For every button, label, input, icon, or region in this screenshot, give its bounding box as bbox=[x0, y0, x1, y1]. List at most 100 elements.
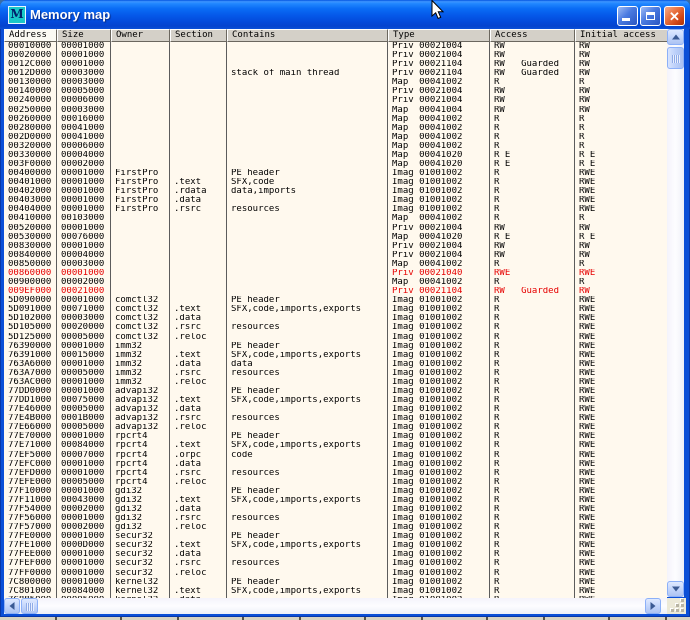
table-row[interactable]: 77F5600000001000gdi32.rsrcresourcesImag … bbox=[4, 514, 667, 523]
table-row[interactable]: 77F1100000043000gdi32.textSFX,code,impor… bbox=[4, 496, 667, 505]
cell-access: R bbox=[490, 451, 575, 460]
table-row[interactable]: 77EFD00000001000rpcrt4.rsrcresourcesImag… bbox=[4, 469, 667, 478]
table-row[interactable]: 77FEE00000001000secur32.dataImag 0100100… bbox=[4, 550, 667, 559]
cell-type: Imag 01001002 bbox=[388, 441, 490, 450]
table-row[interactable]: 0084000000004000Priv 00021004RWRW bbox=[4, 251, 667, 260]
table-row[interactable]: 763A700000005000imm32.rsrcresourcesImag … bbox=[4, 369, 667, 378]
scroll-left-button[interactable] bbox=[4, 598, 20, 614]
scroll-right-button[interactable] bbox=[645, 598, 661, 614]
table-row[interactable]: 763AC00000001000imm32.relocImag 01001002… bbox=[4, 378, 667, 387]
table-row[interactable]: 77F5700000002000gdi32.relocImag 01001002… bbox=[4, 523, 667, 532]
table-row[interactable]: 003F000000002000Map 00041020R ER E bbox=[4, 160, 667, 169]
table-row[interactable]: 77DD100000075000advapi32.textSFX,code,im… bbox=[4, 396, 667, 405]
table-row[interactable]: 0040300000001000FirstPro.dataImag 010010… bbox=[4, 196, 667, 205]
cell-type: Imag 01001002 bbox=[388, 478, 490, 487]
table-row[interactable]: 0053000000076000Map 00041020R ER E bbox=[4, 233, 667, 242]
table-row[interactable]: 77FEF00000001000secur32.rsrcresourcesIma… bbox=[4, 559, 667, 568]
table-row[interactable]: 77F1000000001000gdi32PE headerImag 01001… bbox=[4, 487, 667, 496]
table-row[interactable]: 0014000000005000Priv 00021004RWRW bbox=[4, 87, 667, 96]
table-row[interactable]: 0026000000016000Map 00041002RR bbox=[4, 115, 667, 124]
table-row[interactable]: 77FF000000001000secur32.relocImag 010010… bbox=[4, 569, 667, 578]
table-row[interactable]: 77E6600000005000advapi32.relocImag 01001… bbox=[4, 423, 667, 432]
horizontal-scroll-thumb[interactable] bbox=[21, 598, 38, 614]
table-row[interactable]: 7C80100000084000kernel32.textSFX,code,im… bbox=[4, 587, 667, 596]
minimize-icon bbox=[622, 18, 630, 21]
table-row[interactable]: 7639100000015000imm32.textSFX,code,impor… bbox=[4, 351, 667, 360]
cell-section bbox=[170, 169, 227, 178]
table-row[interactable]: 0032000000006000Map 00041002RR bbox=[4, 142, 667, 151]
column-header-size[interactable]: Size bbox=[57, 29, 111, 42]
scroll-down-button[interactable] bbox=[667, 581, 684, 597]
table-row[interactable]: 77EF500000007000rpcrt4.orpccodeImag 0100… bbox=[4, 451, 667, 460]
table-row[interactable]: 0040200000001000FirstPro.rdatadata,impor… bbox=[4, 187, 667, 196]
table-row[interactable]: 77E7000000001000rpcrt4PE headerImag 0100… bbox=[4, 432, 667, 441]
cell-type: Imag 01001002 bbox=[388, 469, 490, 478]
cell-type: Imag 01001002 bbox=[388, 205, 490, 214]
table-row[interactable]: 77FE000000001000secur32PE headerImag 010… bbox=[4, 532, 667, 541]
table-row[interactable]: 77FE10000000D000secur32.textSFX,code,imp… bbox=[4, 541, 667, 550]
table-row[interactable]: 002D000000041000Map 00041002RR bbox=[4, 133, 667, 142]
scroll-up-button[interactable] bbox=[667, 29, 684, 45]
table-row[interactable]: 0002000000001000Priv 00021004RWRW bbox=[4, 51, 667, 60]
table-row[interactable]: 0083000000001000Priv 00021004RWRW bbox=[4, 242, 667, 251]
table-row[interactable]: 0001000000001000Priv 00021004RWRW bbox=[4, 42, 667, 51]
vertical-scrollbar[interactable] bbox=[667, 29, 684, 597]
table-row[interactable]: 77DD000000001000advapi32PE headerImag 01… bbox=[4, 387, 667, 396]
cell-owner: kernel32 bbox=[111, 587, 170, 596]
column-header-owner[interactable]: Owner bbox=[111, 29, 170, 42]
column-header-initial-access[interactable]: Initial access bbox=[575, 29, 667, 42]
table-row[interactable]: 0025000000003000Map 00041004RWRW bbox=[4, 106, 667, 115]
cell-size: 00004000 bbox=[57, 251, 111, 260]
cell-contains bbox=[227, 233, 388, 242]
resize-grip[interactable] bbox=[667, 598, 686, 614]
column-header-type[interactable]: Type bbox=[388, 29, 490, 42]
titlebar[interactable]: M Memory map ✕ bbox=[0, 0, 690, 29]
table-row[interactable]: 0028000000041000Map 00041002RR bbox=[4, 124, 667, 133]
table-row[interactable]: 77E4B0000001B000advapi32.rsrcresourcesIm… bbox=[4, 414, 667, 423]
table-row[interactable]: 0086000000001000Priv 00021040RWERWE bbox=[4, 269, 667, 278]
table-row[interactable]: 0013000000003000Map 00041002RR bbox=[4, 78, 667, 87]
column-header-contains[interactable]: Contains bbox=[227, 29, 388, 42]
table-row[interactable]: 0040000000001000FirstProPE headerImag 01… bbox=[4, 169, 667, 178]
table-row[interactable]: 0040100000001000FirstPro.textSFX,codeIma… bbox=[4, 178, 667, 187]
table-row[interactable]: 7639000000001000imm32PE headerImag 01001… bbox=[4, 342, 667, 351]
cell-initial-access: RWE bbox=[575, 451, 667, 460]
table-row[interactable]: 0041000000103000Map 00041002RR bbox=[4, 214, 667, 223]
table-row[interactable]: 0012D00000003000stack of main threadPriv… bbox=[4, 69, 667, 78]
cell-access: RW bbox=[490, 251, 575, 260]
cell-address: 00280000 bbox=[4, 124, 57, 133]
table-row[interactable]: 5D09100000071000comctl32.textSFX,code,im… bbox=[4, 305, 667, 314]
cell-owner bbox=[111, 160, 170, 169]
column-header-access[interactable]: Access bbox=[490, 29, 575, 42]
horizontal-scrollbar[interactable] bbox=[4, 598, 667, 614]
table-row[interactable]: 0012C00000001000Priv 00021104RW GuardedR… bbox=[4, 60, 667, 69]
table-row[interactable]: 5D12500000005000comctl32.relocImag 01001… bbox=[4, 333, 667, 342]
vertical-scroll-thumb[interactable] bbox=[667, 47, 684, 69]
table-row[interactable]: 7C80000000001000kernel32PE headerImag 01… bbox=[4, 578, 667, 587]
column-header-address[interactable]: Address bbox=[4, 29, 57, 42]
table-row[interactable]: 5D10200000003000comctl32.dataImag 010010… bbox=[4, 314, 667, 323]
table-row[interactable]: 0033000000004000Map 00041020R ER E bbox=[4, 151, 667, 160]
table-row[interactable]: 5D10500000020000comctl32.rsrcresourcesIm… bbox=[4, 323, 667, 332]
table-row[interactable]: 77EFC00000001000rpcrt4.dataImag 01001002… bbox=[4, 460, 667, 469]
table-row[interactable]: 0052000000001000Priv 00021004RWRW bbox=[4, 224, 667, 233]
table-row[interactable]: 77EFE00000005000rpcrt4.relocImag 0100100… bbox=[4, 478, 667, 487]
maximize-icon bbox=[646, 12, 655, 20]
cell-size: 00005000 bbox=[57, 369, 111, 378]
table-row[interactable]: 0090000000002000Map 00041002RR bbox=[4, 278, 667, 287]
maximize-button[interactable] bbox=[640, 6, 661, 26]
table-row[interactable]: 5D09000000001000comctl32PE headerImag 01… bbox=[4, 296, 667, 305]
table-row[interactable]: 009EF00000021000Priv 00021104RW GuardedR… bbox=[4, 287, 667, 296]
table-row[interactable]: 763A600000001000imm32.datadataImag 01001… bbox=[4, 360, 667, 369]
table-row[interactable]: 0024000000006000Priv 00021004RWRW bbox=[4, 96, 667, 105]
cell-initial-access: RWE bbox=[575, 559, 667, 568]
close-button[interactable]: ✕ bbox=[664, 6, 685, 26]
minimize-button[interactable] bbox=[617, 6, 638, 26]
table-row[interactable]: 77F5400000002000gdi32.dataImag 01001002R… bbox=[4, 505, 667, 514]
cell-type: Imag 01001002 bbox=[388, 378, 490, 387]
table-row[interactable]: 0040400000001000FirstPro.rsrcresourcesIm… bbox=[4, 205, 667, 214]
table-row[interactable]: 0085000000003000Map 00041002RR bbox=[4, 260, 667, 269]
column-header-section[interactable]: Section bbox=[170, 29, 227, 42]
table-row[interactable]: 77E7100000084000rpcrt4.textSFX,code,impo… bbox=[4, 441, 667, 450]
table-row[interactable]: 77E4600000005000advapi32.dataImag 010010… bbox=[4, 405, 667, 414]
